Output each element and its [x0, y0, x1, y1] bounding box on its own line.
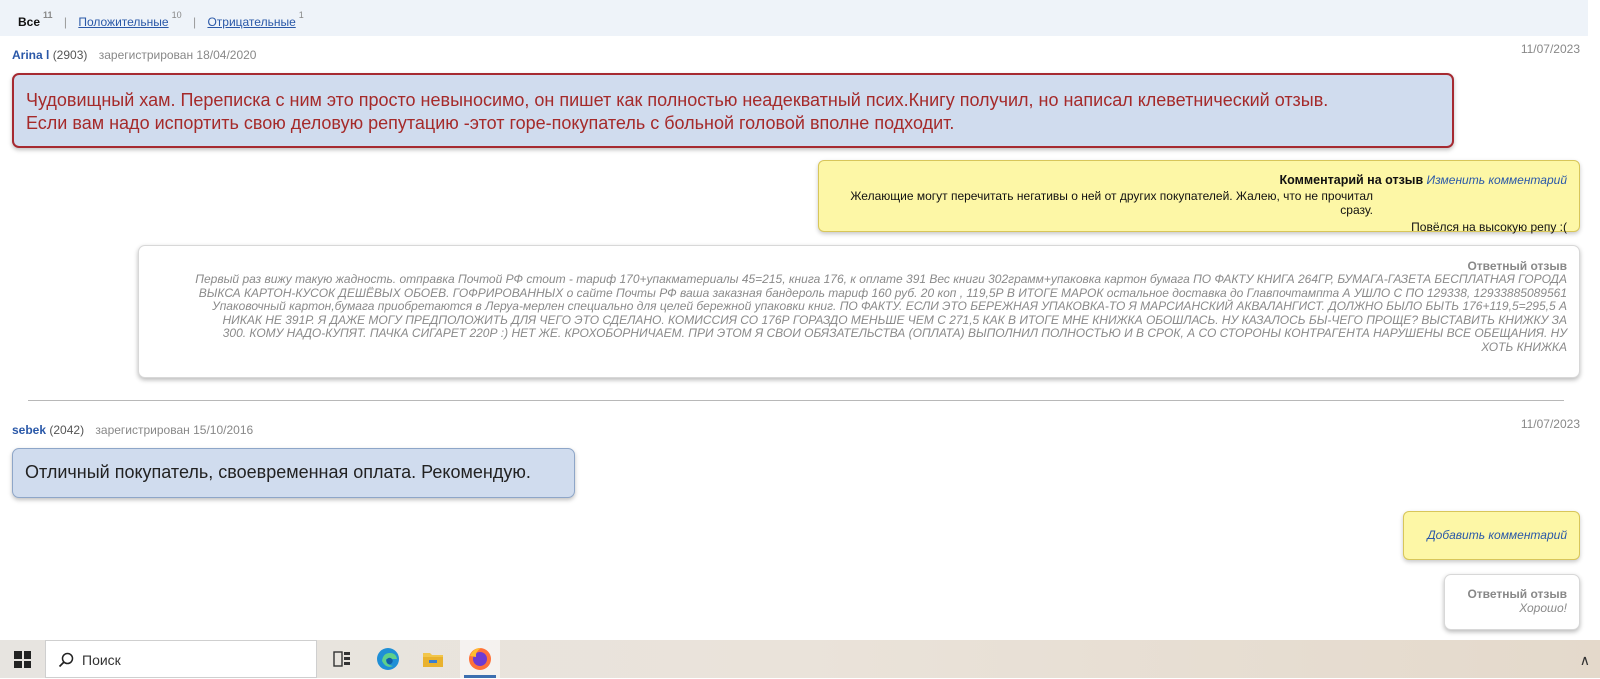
review-author-name[interactable]: Arina l: [12, 48, 49, 62]
answer-text-line: НИКАК НЕ 391Р. Я ДАЖЕ МОГУ ПРЕДПОЛОЖИТЬ …: [222, 312, 1568, 327]
filter-positive-count: 10: [171, 10, 182, 20]
add-comment-box: Добавить комментарий: [1403, 511, 1580, 560]
answer-review: Ответный отзыв Первый раз вижу такую жад…: [138, 245, 1580, 378]
edge-browser-icon[interactable]: [373, 644, 403, 674]
filter-positive-link[interactable]: Положительные: [78, 15, 168, 29]
review-author-line: sebek (2042) зарегистрирован 15/10/2016: [12, 423, 253, 437]
review-divider: [28, 400, 1564, 401]
filter-separator: |: [63, 15, 67, 29]
add-comment-link[interactable]: Добавить комментарий: [1427, 528, 1567, 542]
file-explorer-icon[interactable]: [418, 644, 448, 674]
system-tray-chevron-icon[interactable]: ∧: [1580, 652, 1590, 669]
filter-negative-link[interactable]: Отрицательные: [207, 15, 295, 29]
filter-separator: |: [192, 15, 197, 29]
edit-comment-link[interactable]: Изменить комментарий: [1427, 173, 1567, 187]
windows-taskbar: Поиск ∧: [0, 640, 1600, 678]
review-date: 11/07/2023: [1520, 42, 1580, 56]
search-placeholder: Поиск: [82, 652, 121, 668]
comment-title: Комментарий на отзыв: [1279, 173, 1424, 187]
review-text-line: Если вам надо испортить свою деловую реп…: [26, 113, 955, 133]
windows-start-icon[interactable]: [14, 651, 31, 668]
answer-text-line: Упаковочный картон,бумага приобретаются …: [212, 299, 1567, 313]
review-author-rating: (2042): [49, 423, 85, 437]
answer-review: Ответный отзыв Хорошо!: [1444, 574, 1580, 630]
answer-text-line: 300. КОМУ НАДО-КУПЯТ. ПАЧКА СИГАРЕТ 220Р…: [222, 326, 1567, 340]
answer-text: Хорошо!: [1519, 601, 1567, 615]
review-author-line: Arina l (2903) зарегистрирован 18/04/202…: [12, 48, 256, 62]
answer-text-line: ВЫКСА КАРТОН-КУСОК ДЕШЁВЫХ ОБОЕВ. ГОФРИР…: [198, 285, 1567, 300]
search-icon: [58, 652, 74, 668]
review-filter-bar: Все 11 | Положительные 10 | Отрицательные 1: [0, 0, 1588, 36]
filter-negative-count: 1: [298, 10, 304, 20]
answer-text-line: ХОТЬ КНИЖКА: [1481, 339, 1567, 354]
review-author-name[interactable]: sebek: [12, 423, 46, 437]
comment-text-line: Повёлся на высокую репу :(: [1411, 220, 1567, 234]
negative-review-text: Чудовищный хам. Переписка с ним это прос…: [12, 73, 1454, 148]
positive-review-text: Отличный покупатель, своевременная оплат…: [12, 448, 575, 498]
review-text-line: Чудовищный хам. Переписка с ним это прос…: [26, 90, 1329, 110]
taskbar-search-input[interactable]: Поиск: [45, 640, 317, 678]
answer-title: Ответный отзыв: [1467, 259, 1567, 273]
filter-all-count: 11: [43, 10, 53, 20]
task-view-icon[interactable]: [327, 644, 357, 674]
answer-title: Ответный отзыв: [1467, 587, 1567, 601]
review-author-registered: зарегистрирован 15/10/2016: [95, 423, 254, 437]
review-date: 11/07/2023: [1520, 417, 1580, 431]
firefox-icon[interactable]: [465, 644, 495, 674]
filter-all[interactable]: Все 11: [18, 10, 53, 29]
review-author-rating: (2903): [52, 48, 88, 62]
answer-text-line: Первый раз вижу такую жадность. отправка…: [195, 272, 1567, 286]
seller-comment: Комментарий на отзыв Изменить комментари…: [818, 160, 1580, 234]
comment-text-line: Желающие могут перечитать негативы о ней…: [850, 189, 1373, 217]
review-author-registered: зарегистрирован 18/04/2020: [98, 48, 257, 62]
